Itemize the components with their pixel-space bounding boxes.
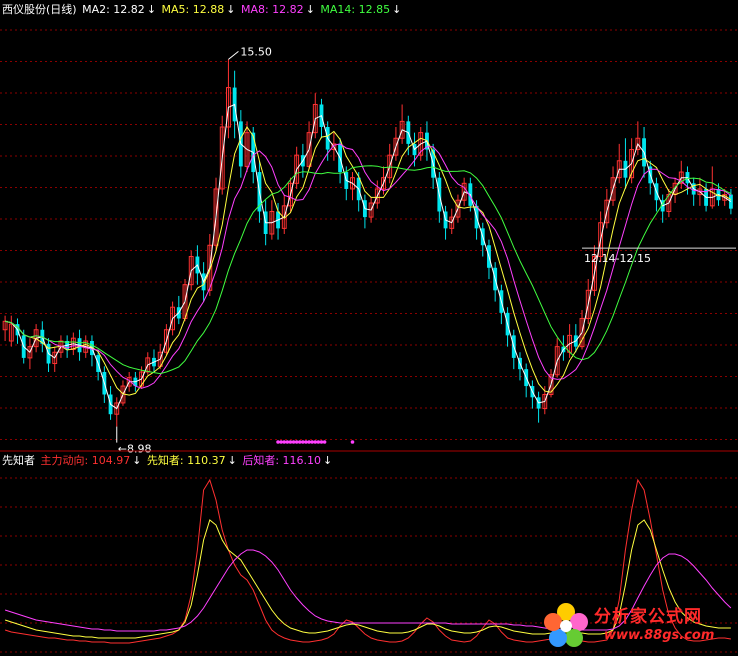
- range-label: 12.14-12.15: [584, 252, 651, 265]
- candlestick-series: [2, 59, 733, 427]
- signal-dot: [310, 440, 314, 444]
- legend-main-force: 主力动向: 104.97: [40, 454, 131, 467]
- signal-dot: [313, 440, 318, 444]
- signal-dot: [304, 440, 308, 444]
- signal-dot: [285, 440, 290, 444]
- flower-logo-icon: [544, 603, 588, 647]
- signal-dot: [282, 440, 287, 444]
- signal-dot: [297, 440, 302, 444]
- signal-dot: [316, 440, 321, 444]
- watermark: 分析家公式网 www.88gs.com: [542, 600, 732, 652]
- signal-dot: [291, 440, 296, 444]
- arrow-down-icon[interactable]: ↓: [147, 3, 156, 16]
- signal-dot: [307, 440, 311, 444]
- watermark-url: www.88gs.com: [604, 628, 715, 643]
- chart-canvas: 15.50←8.9812.14-12.15: [0, 29, 738, 653]
- legend-ma2: MA2: 12.82: [82, 3, 145, 16]
- signal-dot: [294, 440, 299, 444]
- arrow-down-icon[interactable]: ↓: [323, 454, 332, 467]
- legend-ma5: MA5: 12.88: [161, 3, 225, 16]
- legend-follower: 后知者: 116.10: [242, 454, 322, 467]
- legend-ma8: MA8: 12.82: [240, 3, 304, 16]
- signal-dot: [279, 440, 283, 444]
- indicator-title: 先知者: [2, 454, 35, 467]
- signal-dot: [322, 440, 327, 444]
- candle-body-down: [728, 194, 733, 209]
- arrow-down-icon[interactable]: ↓: [306, 3, 315, 16]
- signal-dot: [288, 440, 293, 444]
- signal-dot: [276, 440, 280, 444]
- signal-dot: [319, 440, 324, 444]
- grid-lines: [0, 29, 738, 653]
- high-marker-line: [228, 51, 239, 60]
- arrow-down-icon[interactable]: ↓: [228, 454, 237, 467]
- arrow-down-icon[interactable]: ↓: [392, 3, 401, 16]
- indicator-legend: 先知者 主力动向: 104.97 ↓ 先知者: 110.37 ↓ 后知者: 116.…: [2, 454, 334, 468]
- arrow-down-icon[interactable]: ↓: [226, 3, 235, 16]
- legend-prophet: 先知者: 110.37: [146, 454, 226, 467]
- stock-title: 西仪股份(日线): [2, 3, 77, 16]
- watermark-text: 分析家公式网: [594, 607, 702, 627]
- legend-ma14: MA14: 12.85: [320, 3, 391, 16]
- main-legend: 西仪股份(日线) MA2: 12.82 ↓ MA5: 12.88 ↓ MA8: 12…: [2, 3, 403, 17]
- high-label: 15.50: [240, 45, 271, 58]
- signal-dots: [276, 440, 355, 444]
- signal-dot: [350, 440, 355, 444]
- signal-dot: [301, 440, 305, 444]
- arrow-down-icon[interactable]: ↓: [132, 454, 141, 467]
- ma-line-ma8: [4, 143, 732, 389]
